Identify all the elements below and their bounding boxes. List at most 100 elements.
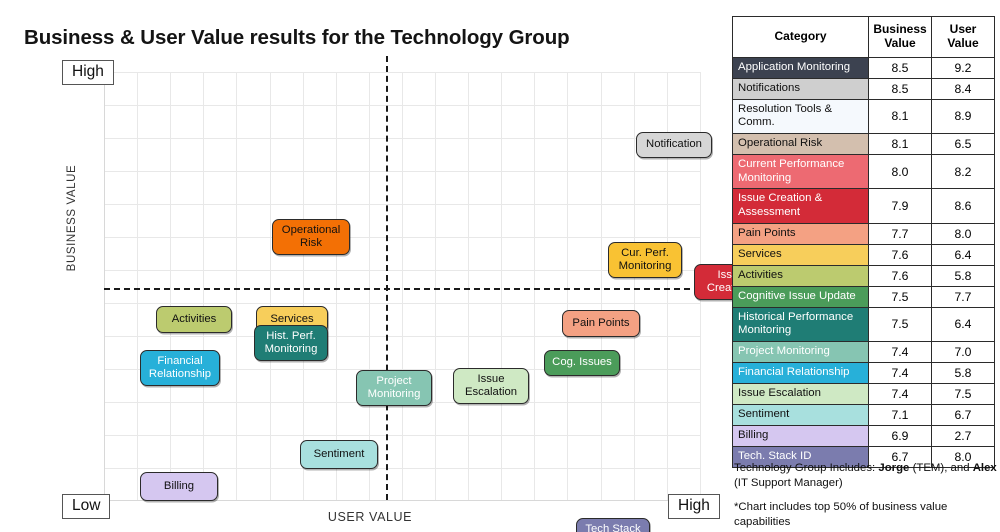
x-axis-high-label: High — [668, 494, 720, 520]
gridline-horizontal — [104, 105, 700, 106]
table-header-row: Category Business Value User Value — [732, 16, 995, 58]
vertical-reference-line — [386, 56, 388, 500]
data-point-box[interactable]: Operational Risk — [272, 219, 350, 255]
cell-category: Cognitive Issue Update — [732, 285, 869, 308]
cell-business-value: 7.6 — [868, 243, 932, 266]
horizontal-reference-line — [104, 288, 700, 290]
table-row: Historical Performance Monitoring 7.5 6.4 — [732, 306, 995, 343]
table-row: Issue Escalation 7.4 7.5 — [732, 383, 995, 406]
cell-business-value: 8.5 — [868, 77, 932, 100]
cell-category: Current Performance Monitoring — [732, 153, 869, 190]
data-point-box[interactable]: Issue Escalation — [453, 368, 529, 404]
cell-category: Pain Points — [732, 222, 869, 245]
column-header-user-value: User Value — [931, 16, 995, 58]
table-row: Sentiment 7.1 6.7 — [732, 404, 995, 427]
footnote-name-2: Alex — [972, 462, 997, 474]
cell-category: Notifications — [732, 77, 869, 100]
cell-user-value: 8.4 — [931, 77, 995, 100]
cell-category: Issue Creation & Assessment — [732, 188, 869, 224]
cell-business-value: 8.5 — [868, 56, 932, 79]
cell-category: Sentiment — [732, 404, 869, 427]
table-row: Current Performance Monitoring 8.0 8.2 — [732, 153, 995, 190]
table-body: Application Monitoring 8.5 9.2 Notification… — [732, 56, 995, 469]
data-point-box[interactable]: Cur. Perf. Monitoring — [608, 242, 682, 278]
column-header-business-value: Business Value — [868, 16, 932, 58]
values-table-panel: Category Business Value User Value Applica… — [732, 16, 995, 469]
cell-category: Historical Performance Monitoring — [732, 306, 869, 343]
footnote-mid: (TEM), and — [909, 462, 973, 474]
cell-business-value: 6.9 — [868, 425, 932, 448]
data-point-box[interactable]: Financial Relationship — [140, 350, 220, 386]
table-row: Activities 7.6 5.8 — [732, 264, 995, 287]
cell-category: Resolution Tools & Comm. — [732, 98, 869, 134]
x-axis-title: USER VALUE — [327, 510, 413, 524]
gridline-horizontal — [104, 138, 700, 139]
cell-business-value: 7.9 — [868, 188, 932, 224]
cell-user-value: 6.4 — [931, 243, 995, 266]
table-row: Operational Risk 8.1 6.5 — [732, 132, 995, 155]
table-row: Project Monitoring 7.4 7.0 — [732, 341, 995, 364]
cell-business-value: 7.7 — [868, 222, 932, 245]
footnote-prefix: Technology Group Includes: — [734, 462, 879, 474]
cell-user-value: 7.7 — [931, 285, 995, 308]
values-table: Category Business Value User Value Applica… — [732, 16, 995, 469]
cell-user-value: 7.5 — [931, 383, 995, 406]
cell-user-value: 7.0 — [931, 341, 995, 364]
cell-business-value: 7.5 — [868, 285, 932, 308]
cell-user-value: 8.6 — [931, 188, 995, 224]
gridline-horizontal — [104, 237, 700, 238]
cell-business-value: 7.6 — [868, 264, 932, 287]
data-point-box[interactable]: Activities — [156, 306, 232, 333]
cell-user-value: 5.8 — [931, 362, 995, 385]
cell-business-value: 7.4 — [868, 341, 932, 364]
data-point-box[interactable]: Project Monitoring — [356, 370, 432, 406]
cell-user-value: 6.5 — [931, 132, 995, 155]
cell-business-value: 7.5 — [868, 306, 932, 343]
cell-category: Operational Risk — [732, 132, 869, 155]
y-axis-title: BUSINESS VALUE — [66, 164, 78, 272]
y-axis-high-label: High — [62, 60, 114, 86]
table-row: Application Monitoring 8.5 9.2 — [732, 56, 995, 79]
cell-category: Application Monitoring — [732, 56, 869, 79]
gridline-horizontal — [104, 171, 700, 172]
gridline-horizontal — [104, 204, 700, 205]
table-row: Notifications 8.5 8.4 — [732, 77, 995, 100]
cell-user-value: 5.8 — [931, 264, 995, 287]
cell-user-value: 9.2 — [931, 56, 995, 79]
cell-business-value: 7.4 — [868, 383, 932, 406]
table-row: Cognitive Issue Update 7.5 7.7 — [732, 285, 995, 308]
cell-business-value: 8.1 — [868, 132, 932, 155]
footnote-name-1: Jorge — [878, 462, 910, 474]
x-axis-low-label: Low — [62, 494, 111, 520]
data-point-box[interactable]: Tech Stack ID — [576, 518, 650, 532]
y-axis-line — [104, 72, 105, 500]
plot-area: App MonitoringNotificationRes. ToolsOper… — [104, 56, 822, 532]
cell-category: Billing — [732, 425, 869, 448]
data-point-box[interactable]: Cog. Issues — [544, 350, 620, 376]
data-point-box[interactable]: Pain Points — [562, 310, 640, 337]
footnotes: Technology Group Includes: Jorge (TEM), … — [734, 461, 1000, 531]
cell-category: Issue Escalation — [732, 383, 869, 406]
cell-business-value: 8.0 — [868, 153, 932, 190]
cell-user-value: 8.0 — [931, 222, 995, 245]
cell-user-value: 8.9 — [931, 98, 995, 134]
table-row: Issue Creation & Assessment 7.9 8.6 — [732, 188, 995, 224]
cell-business-value: 8.1 — [868, 98, 932, 134]
cell-user-value: 2.7 — [931, 425, 995, 448]
cell-user-value: 6.4 — [931, 306, 995, 343]
data-point-box[interactable]: Hist. Perf. Monitoring — [254, 325, 328, 361]
footnote-suffix: (IT Support Manager) — [734, 477, 843, 490]
data-point-box[interactable]: Notification — [636, 132, 712, 158]
cell-user-value: 8.2 — [931, 153, 995, 190]
cell-user-value: 6.7 — [931, 404, 995, 427]
gridline-horizontal — [104, 72, 700, 73]
table-row: Resolution Tools & Comm. 8.1 8.9 — [732, 98, 995, 134]
table-row: Services 7.6 6.4 — [732, 243, 995, 266]
data-point-box[interactable]: Billing — [140, 472, 218, 501]
gridline-horizontal — [104, 468, 700, 469]
data-point-box[interactable]: Sentiment — [300, 440, 378, 469]
table-row: Billing 6.9 2.7 — [732, 425, 995, 448]
screenshot-root: Business & User Value results for the Te… — [0, 0, 1000, 532]
chart-panel: Business & User Value results for the Te… — [0, 0, 822, 532]
cell-business-value: 7.1 — [868, 404, 932, 427]
